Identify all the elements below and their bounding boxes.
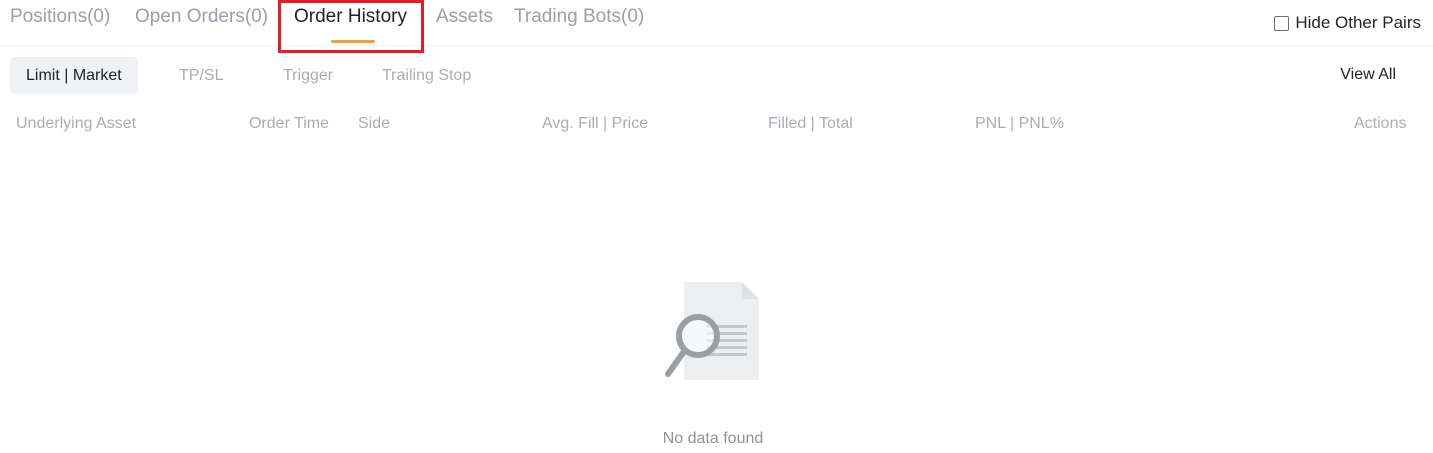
column-pnl: PNL | PNL% xyxy=(975,115,1064,132)
empty-state-message: No data found xyxy=(662,430,764,447)
tab-positions[interactable]: Positions(0) xyxy=(10,5,110,29)
subtab-trigger[interactable]: Trigger xyxy=(283,57,333,94)
tab-assets[interactable]: Assets xyxy=(436,5,493,29)
subtab-trailing-stop[interactable]: Trailing Stop xyxy=(382,57,471,94)
column-actions: Actions xyxy=(1354,115,1407,132)
subtab-limit-market[interactable]: Limit | Market xyxy=(10,57,138,94)
view-all-link[interactable]: View All xyxy=(1340,66,1396,84)
order-panel-tabs: Positions(0) Open Orders(0) Order Histor… xyxy=(0,0,1433,46)
column-avg-fill-price: Avg. Fill | Price xyxy=(542,115,649,132)
active-tab-indicator xyxy=(331,40,375,43)
hide-other-pairs-label: Hide Other Pairs xyxy=(1295,13,1421,32)
document-search-icon xyxy=(660,280,764,384)
column-filled-total: Filled | Total xyxy=(768,115,853,132)
hide-other-pairs-toggle[interactable]: Hide Other Pairs xyxy=(1274,13,1421,33)
hide-other-pairs-checkbox[interactable] xyxy=(1274,15,1290,31)
subtab-tp-sl[interactable]: TP/SL xyxy=(179,57,223,94)
column-order-time: Order Time xyxy=(249,115,330,132)
tab-order-history[interactable]: Order History xyxy=(294,5,407,29)
column-underlying-asset: Underlying Asset xyxy=(16,115,137,132)
tab-trading-bots[interactable]: Trading Bots(0) xyxy=(514,5,644,29)
column-side: Side xyxy=(358,115,391,132)
tab-open-orders[interactable]: Open Orders(0) xyxy=(135,5,268,29)
